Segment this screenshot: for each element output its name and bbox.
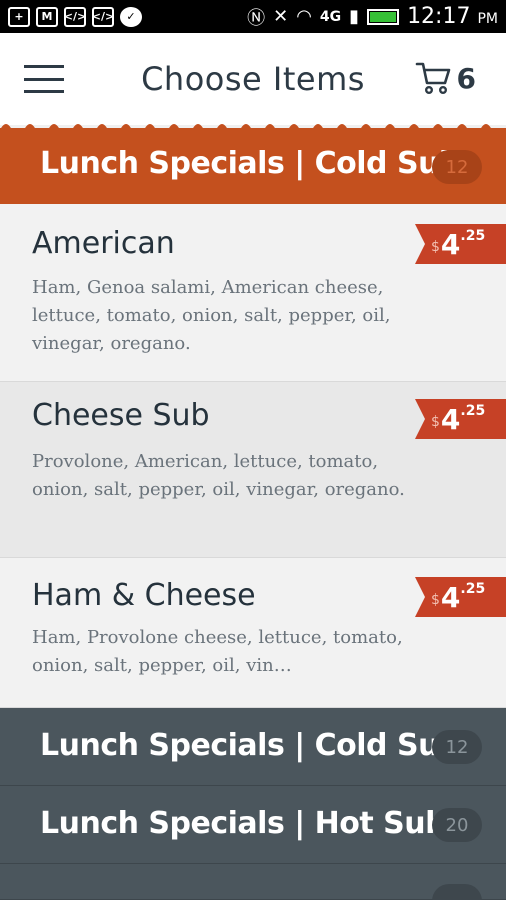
wifi-icon: ◠ [296, 6, 312, 27]
section-count-badge: 12 [432, 150, 482, 184]
section-count-badge [432, 884, 482, 900]
status-bar: + M </> </> ✓ Ⓝ ✕ ◠ 4G ▮ 12:17 PM [0, 0, 506, 33]
notification-icons: + M </> </> ✓ [8, 6, 142, 27]
menu-item[interactable]: Cheese Sub Provolone, American, lettuce,… [0, 382, 506, 558]
section-header-active[interactable]: Lunch Specials | Cold Subs 12 [0, 128, 506, 204]
code-icon: </> [64, 6, 86, 27]
item-description: Ham, Provolone cheese, lettuce, tomato, … [32, 627, 403, 676]
status-time: 12:17 PM [407, 4, 498, 29]
item-name: Cheese Sub [32, 398, 210, 433]
section-title: Lunch Specials | Cold Subs [40, 146, 478, 181]
menu-item[interactable]: Ham & Cheese Ham, Provolone cheese, lett… [0, 558, 506, 708]
price-tag: $4.25 [415, 224, 506, 264]
section-title: Lunch Specials | Hot Subs [40, 806, 464, 841]
section-row[interactable]: Lunch Specials | Cold Subs 12 [0, 708, 506, 786]
item-name: American [32, 226, 175, 261]
gmail-icon: M [36, 6, 58, 27]
menu-item[interactable]: American Ham, Genoa salami, American che… [0, 204, 506, 382]
app-bar: Choose Items 6 [0, 33, 506, 125]
section-row[interactable] [0, 864, 506, 900]
signal-icon: ▮ [349, 6, 360, 27]
code-icon: </> [92, 6, 114, 27]
price-tag: $4.25 [415, 399, 506, 439]
section-count-badge: 20 [432, 808, 482, 842]
section-row[interactable]: Lunch Specials | Hot Subs 20 [0, 786, 506, 864]
add-icon: + [8, 6, 30, 27]
item-description: Ham, Genoa salami, American cheese, lett… [32, 277, 391, 354]
check-icon: ✓ [120, 6, 142, 27]
battery-icon [367, 8, 400, 25]
section-title: Lunch Specials | Cold Subs [40, 728, 478, 763]
cart-icon [415, 62, 450, 95]
cart-button[interactable]: 6 [415, 61, 476, 95]
item-description: Provolone, American, lettuce, tomato, on… [32, 451, 405, 500]
mute-icon: ✕ [273, 6, 289, 27]
section-count-badge: 12 [432, 730, 482, 764]
item-name: Ham & Cheese [32, 578, 256, 613]
nfc-icon: Ⓝ [247, 7, 266, 29]
system-icons: Ⓝ ✕ ◠ 4G ▮ 12:17 PM [247, 4, 498, 30]
cart-count: 6 [456, 61, 476, 95]
network-type: 4G [319, 8, 342, 25]
price-tag: $4.25 [415, 577, 506, 617]
